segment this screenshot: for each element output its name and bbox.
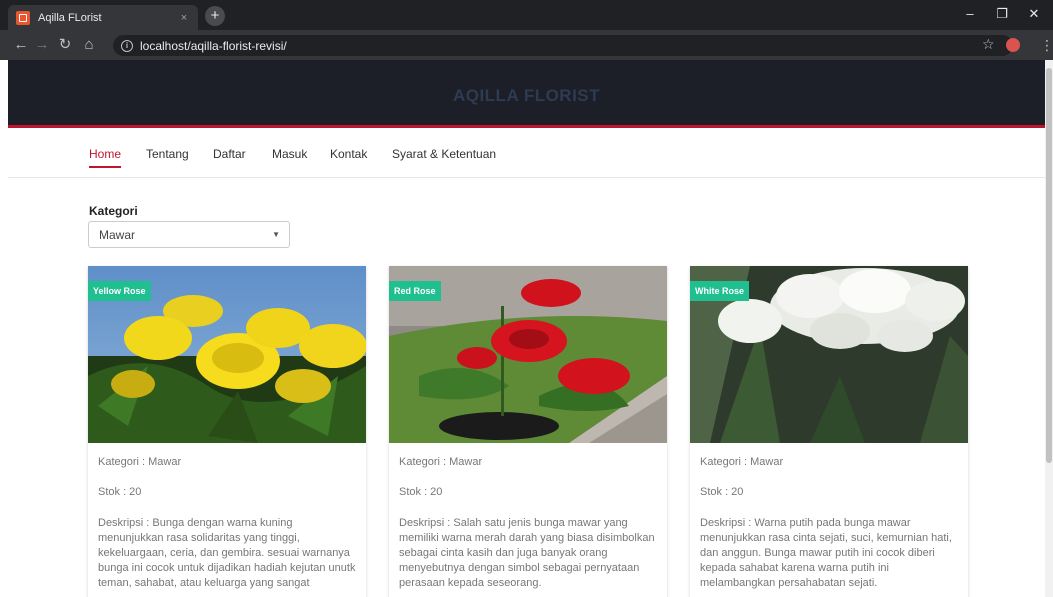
product-image-yellow-rose: Yellow Rose [88,266,366,443]
product-deskripsi: Deskripsi : Salah satu jenis bunga mawar… [399,517,655,589]
product-badge: Red Rose [389,281,441,301]
product-card-red-rose[interactable]: Red Rose Kategori : Mawar Stok : 20 Desk… [389,266,667,597]
product-badge: White Rose [690,281,750,301]
browser-tab-bar: Aqilla FLorist × + – ❐ ✕ [0,0,1053,30]
close-window-button[interactable]: ✕ [1024,6,1044,22]
page-scrollbar[interactable] [1045,60,1053,597]
menu-icon[interactable]: ⋮ [1040,37,1053,54]
favicon-icon [16,10,30,25]
site-brand: AQILLA FLORIST [452,86,601,105]
site-header: AQILLA FLORIST [8,60,1045,128]
browser-toolbar: ← → ↻ ⌂ i localhost/aqilla-florist-revis… [0,30,1053,60]
kategori-label: Kategori [89,204,138,218]
product-kategori: Kategori : Mawar [700,456,784,468]
chevron-down-icon: ▼ [272,230,280,239]
product-deskripsi: Deskripsi : Bunga dengan warna kuning me… [98,517,356,589]
info-icon[interactable]: i [121,39,133,52]
scrollbar-thumb[interactable] [1046,68,1052,463]
extension-icon[interactable] [1006,38,1020,52]
product-stok: Stok : 20 [98,486,142,498]
reload-icon[interactable]: ↻ [56,36,74,54]
product-kategori: Kategori : Mawar [98,456,182,468]
tab-close-icon[interactable]: × [178,12,190,24]
minimize-button[interactable]: – [960,6,980,21]
nav-tentang[interactable]: Tentang [146,147,189,166]
product-stok: Stok : 20 [700,486,744,498]
nav-kontak[interactable]: Kontak [330,147,367,166]
nav-home[interactable]: Home [89,147,122,168]
product-card-yellow-rose[interactable]: Yellow Rose Kategori : Mawar Stok : 20 D… [88,266,366,597]
product-image-red-rose: Red Rose [389,266,667,443]
product-info: Kategori : Mawar Stok : 20 Deskripsi : W… [700,456,960,591]
product-stok: Stok : 20 [399,486,443,498]
product-kategori: Kategori : Mawar [399,456,483,468]
back-icon[interactable]: ← [12,36,30,54]
kategori-selected-value: Mawar [99,227,136,242]
product-card-white-rose[interactable]: White Rose Kategori : Mawar Stok : 20 De… [690,266,968,597]
product-image-white-rose: White Rose [690,266,968,443]
nav-syarat-ketentuan[interactable]: Syarat & Ketentuan [392,147,496,166]
tab-title: Aqilla FLorist [38,11,102,24]
browser-tab[interactable]: Aqilla FLorist × [8,5,198,30]
home-icon[interactable]: ⌂ [80,36,98,54]
star-icon[interactable]: ☆ [982,36,995,53]
forward-icon[interactable]: → [33,36,51,54]
nav-daftar[interactable]: Daftar [213,147,246,166]
product-info: Kategori : Mawar Stok : 20 Deskripsi : S… [399,456,659,591]
new-tab-button[interactable]: + [205,6,225,26]
product-deskripsi: Deskripsi : Warna putih pada bunga mawar… [700,517,952,589]
product-info: Kategori : Mawar Stok : 20 Deskripsi : B… [98,456,358,591]
page-viewport: AQILLA FLORIST Home Tentang Daftar Masuk… [8,60,1045,597]
nav-masuk[interactable]: Masuk [272,147,307,166]
url-text: localhost/aqilla-florist-revisi/ [140,38,287,53]
maximize-button[interactable]: ❐ [992,6,1012,22]
address-bar[interactable]: i localhost/aqilla-florist-revisi/ [113,35,1013,56]
site-nav: Home Tentang Daftar Masuk Kontak Syarat … [8,131,1045,178]
kategori-select[interactable]: Mawar ▼ [88,221,290,248]
product-badge: Yellow Rose [88,281,151,301]
